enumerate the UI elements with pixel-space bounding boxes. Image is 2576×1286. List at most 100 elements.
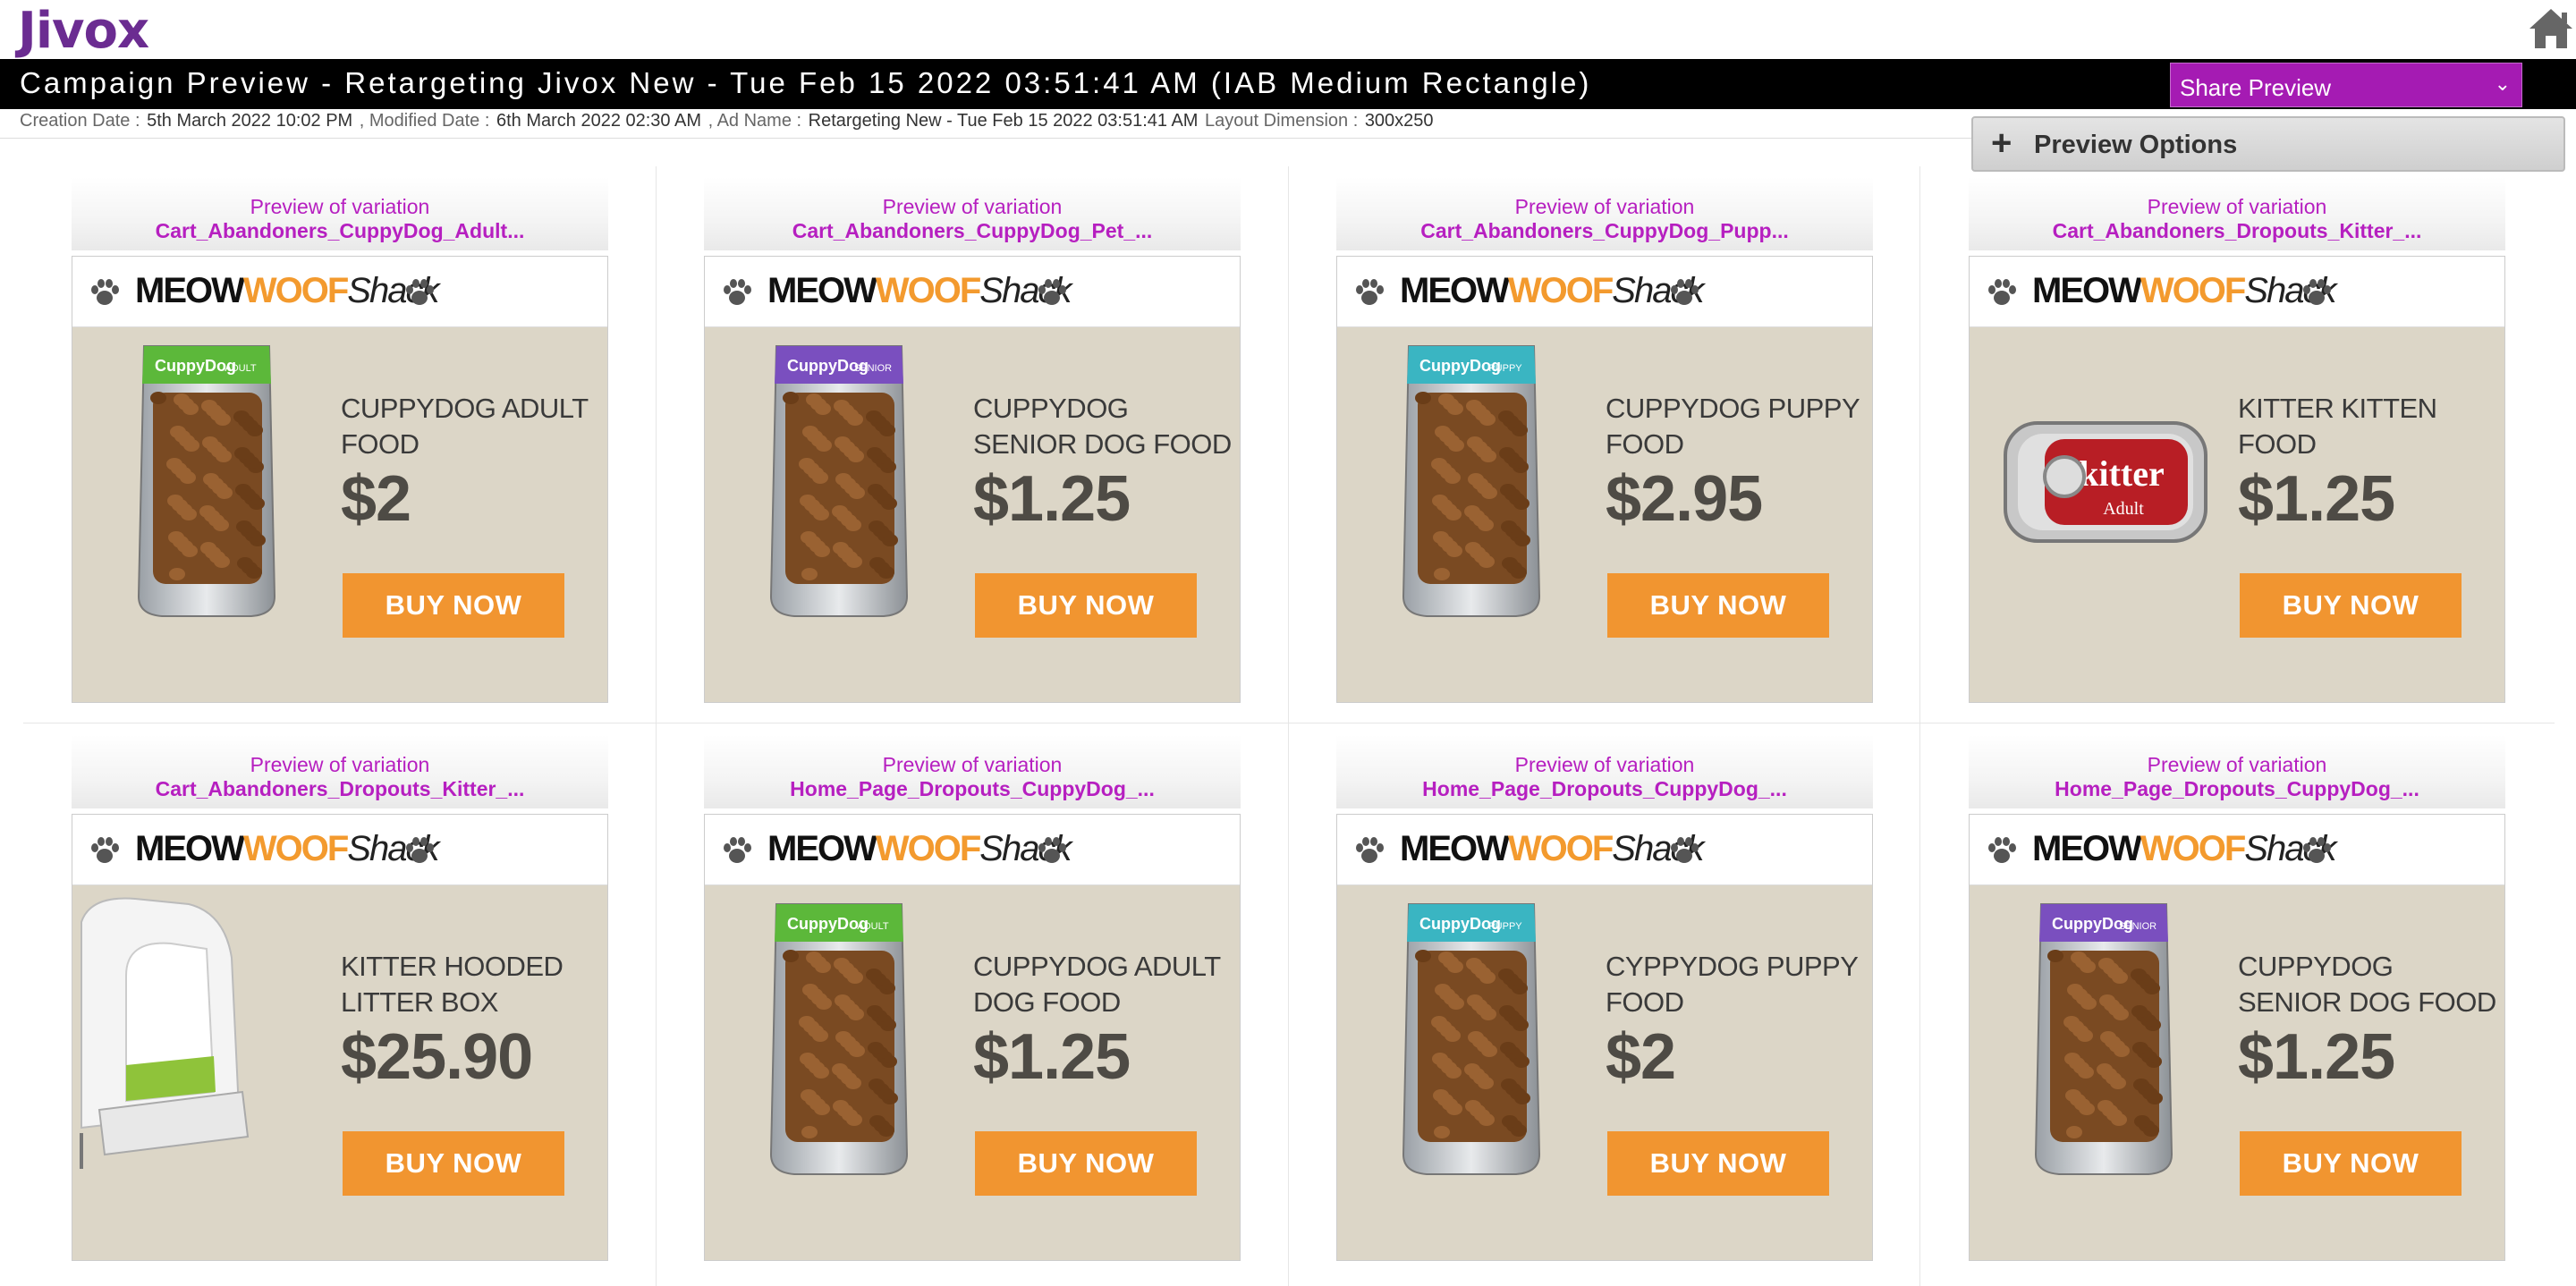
- paw-icon: [1988, 837, 2016, 863]
- divider: [0, 138, 1977, 139]
- brand-woof: WOOF: [2140, 829, 2246, 868]
- preview-of-variation-label: Preview of variation: [1514, 753, 1695, 776]
- title-bar: Campaign Preview - Retargeting Jivox New…: [0, 59, 2576, 109]
- variation-name-link[interactable]: Home_Page_Dropouts_CuppyDog_...: [704, 777, 1241, 801]
- brand-woof: WOOF: [242, 271, 349, 310]
- variation-header: Preview of variation Cart_Abandoners_Cupp…: [72, 177, 608, 250]
- ad-creative[interactable]: MEOWWOOFShack CuppyDog SENIOR CUPPYDOG SENI…: [1969, 814, 2505, 1261]
- ad-creative[interactable]: MEOWWOOFShack CuppyDog ADULT CUPPYDOG ADULT…: [704, 814, 1241, 1261]
- buy-now-button[interactable]: BUY NOW: [1607, 1131, 1829, 1196]
- brand-woof: WOOF: [1507, 829, 1614, 868]
- paw-icon: [406, 279, 434, 305]
- buy-now-button[interactable]: BUY NOW: [2240, 1131, 2462, 1196]
- variation-name-link[interactable]: Home_Page_Dropouts_CuppyDog_...: [1969, 777, 2505, 801]
- paw-icon: [1038, 279, 1066, 305]
- ad-preview-card: Preview of variation Home_Page_Dropouts_C…: [1969, 735, 2505, 1261]
- preview-options-label: Preview Options: [2034, 131, 2238, 159]
- buy-now-button[interactable]: BUY NOW: [975, 1131, 1197, 1196]
- modified-date-value: 6th March 2022 02:30 AM: [496, 111, 702, 131]
- buy-now-button[interactable]: BUY NOW: [343, 1131, 564, 1196]
- paw-icon: [1356, 279, 1384, 305]
- ad-creative[interactable]: MEOWWOOFShack CuppyDog SENIOR CUPPYDOG SENI…: [704, 256, 1241, 703]
- variation-name-link[interactable]: Cart_Abandoners_Dropouts_Kitter_...: [1969, 219, 2505, 243]
- paw-icon: [1671, 837, 1699, 863]
- ad-preview-card: Preview of variation Cart_Abandoners_Drop…: [1969, 177, 2505, 703]
- food-bag-image: CuppyDogADULT: [137, 345, 276, 617]
- preview-of-variation-label: Preview of variation: [250, 753, 430, 776]
- meowwoofshack-logo: MEOWWOOFShack: [1400, 829, 1704, 869]
- buy-now-button[interactable]: BUY NOW: [975, 573, 1197, 638]
- paw-icon: [91, 837, 119, 863]
- buy-now-button[interactable]: BUY NOW: [343, 573, 564, 638]
- product-name: KITTER KITTEN FOOD: [2238, 393, 2437, 460]
- product-price: $2: [341, 463, 411, 535]
- brand-woof: WOOF: [2140, 271, 2246, 310]
- preview-of-variation-label: Preview of variation: [1514, 195, 1695, 218]
- plus-icon: +: [1991, 123, 2012, 163]
- grid-divider: [656, 166, 657, 1286]
- layout-dimension-label: Layout Dimension :: [1205, 111, 1363, 131]
- variation-name-link[interactable]: Home_Page_Dropouts_CuppyDog_...: [1336, 777, 1873, 801]
- svg-text:ADULT: ADULT: [857, 921, 889, 932]
- share-preview-select[interactable]: Share Preview ⌄: [2170, 63, 2522, 107]
- product-name: KITTER HOODED LITTER BOX: [341, 951, 564, 1018]
- svg-text:kitter: kitter: [2079, 453, 2165, 494]
- meowwoofshack-logo: MEOWWOOFShack: [767, 829, 1072, 869]
- product-name: CUPPYDOG PUPPY FOOD: [1606, 393, 1860, 460]
- campaign-info: Creation Date : 5th March 2022 10:02 PM …: [20, 111, 1436, 136]
- svg-text:CuppyDog: CuppyDog: [787, 915, 869, 933]
- top-bar: Jivox: [0, 0, 2576, 60]
- variation-name-link[interactable]: Cart_Abandoners_CuppyDog_Pet_...: [704, 219, 1241, 243]
- product-price: $1.25: [2238, 1021, 2395, 1093]
- variation-name-link[interactable]: Cart_Abandoners_CuppyDog_Adult...: [72, 219, 608, 243]
- paw-icon: [724, 279, 751, 305]
- ad-creative[interactable]: MEOWWOOFShack kitter Adult KITTER KITTEN FO…: [1969, 256, 2505, 703]
- variation-name-link[interactable]: Cart_Abandoners_CuppyDog_Pupp...: [1336, 219, 1873, 243]
- brand-meow: MEOW: [135, 829, 245, 868]
- product-price: $25.90: [341, 1021, 533, 1093]
- food-bag-image: CuppyDogSENIOR: [2034, 903, 2174, 1175]
- creation-date-value: 5th March 2022 10:02 PM: [147, 111, 353, 131]
- buy-now-button[interactable]: BUY NOW: [2240, 573, 2462, 638]
- buy-now-button[interactable]: BUY NOW: [1607, 573, 1829, 638]
- ad-preview-card: Preview of variation Cart_Abandoners_Cupp…: [72, 177, 608, 703]
- variation-header: Preview of variation Cart_Abandoners_Cupp…: [1336, 177, 1873, 250]
- share-preview-label: Share Preview: [2180, 74, 2332, 101]
- variation-header: Preview of variation Home_Page_Dropouts_C…: [704, 735, 1241, 808]
- variation-header: Preview of variation Cart_Abandoners_Cupp…: [704, 177, 1241, 250]
- svg-text:PUPPY: PUPPY: [1488, 363, 1522, 374]
- preview-of-variation-label: Preview of variation: [882, 753, 1063, 776]
- brand-woof: WOOF: [875, 829, 981, 868]
- variation-header: Preview of variation Home_Page_Dropouts_C…: [1336, 735, 1873, 808]
- paw-icon: [724, 837, 751, 863]
- brand-meow: MEOW: [2032, 829, 2142, 868]
- product-price: $2.95: [1606, 463, 1763, 535]
- meowwoofshack-logo: MEOWWOOFShack: [2032, 829, 2336, 869]
- ad-preview-card: Preview of variation Cart_Abandoners_Drop…: [72, 735, 608, 1261]
- variation-name-link[interactable]: Cart_Abandoners_Dropouts_Kitter_...: [72, 777, 608, 801]
- ad-creative[interactable]: MEOWWOOFShack KITTER HOODED LITTER BOX $25…: [72, 814, 608, 1261]
- svg-text:ADULT: ADULT: [225, 363, 257, 374]
- paw-icon: [1356, 837, 1384, 863]
- brand-meow: MEOW: [135, 271, 245, 310]
- preview-options-button[interactable]: + Preview Options: [1971, 116, 2565, 172]
- ad-creative[interactable]: MEOWWOOFShack CuppyDog PUPPY CYPPYDOG PUPPY…: [1336, 814, 1873, 1261]
- ad-name-value: Retargeting New - Tue Feb 15 2022 03:51:…: [808, 111, 1199, 131]
- product-name: CUPPYDOG ADULT DOG FOOD: [973, 951, 1221, 1018]
- ad-creative[interactable]: MEOWWOOFShack CuppyDog PUPPY CUPPYDOG PUPPY…: [1336, 256, 1873, 703]
- cat-food-can-image: kitter Adult: [2004, 421, 2207, 543]
- home-icon[interactable]: [2526, 5, 2576, 52]
- ad-name-label: , Ad Name :: [708, 111, 807, 131]
- ad-preview-card: Preview of variation Home_Page_Dropouts_C…: [704, 735, 1241, 1261]
- modified-date-label: , Modified Date :: [359, 111, 495, 131]
- preview-of-variation-label: Preview of variation: [250, 195, 430, 218]
- variation-header: Preview of variation Cart_Abandoners_Drop…: [72, 735, 608, 808]
- product-price: $2: [1606, 1021, 1676, 1093]
- paw-icon: [406, 837, 434, 863]
- brand-woof: WOOF: [1507, 271, 1614, 310]
- food-bag-image: CuppyDogPUPPY: [1402, 903, 1541, 1175]
- ad-creative[interactable]: MEOWWOOFShack CuppyDog ADULT CUPPYDOG ADULT…: [72, 256, 608, 703]
- page-title: Campaign Preview - Retargeting Jivox New…: [20, 66, 1592, 99]
- paw-icon: [1671, 279, 1699, 305]
- preview-of-variation-label: Preview of variation: [2147, 753, 2327, 776]
